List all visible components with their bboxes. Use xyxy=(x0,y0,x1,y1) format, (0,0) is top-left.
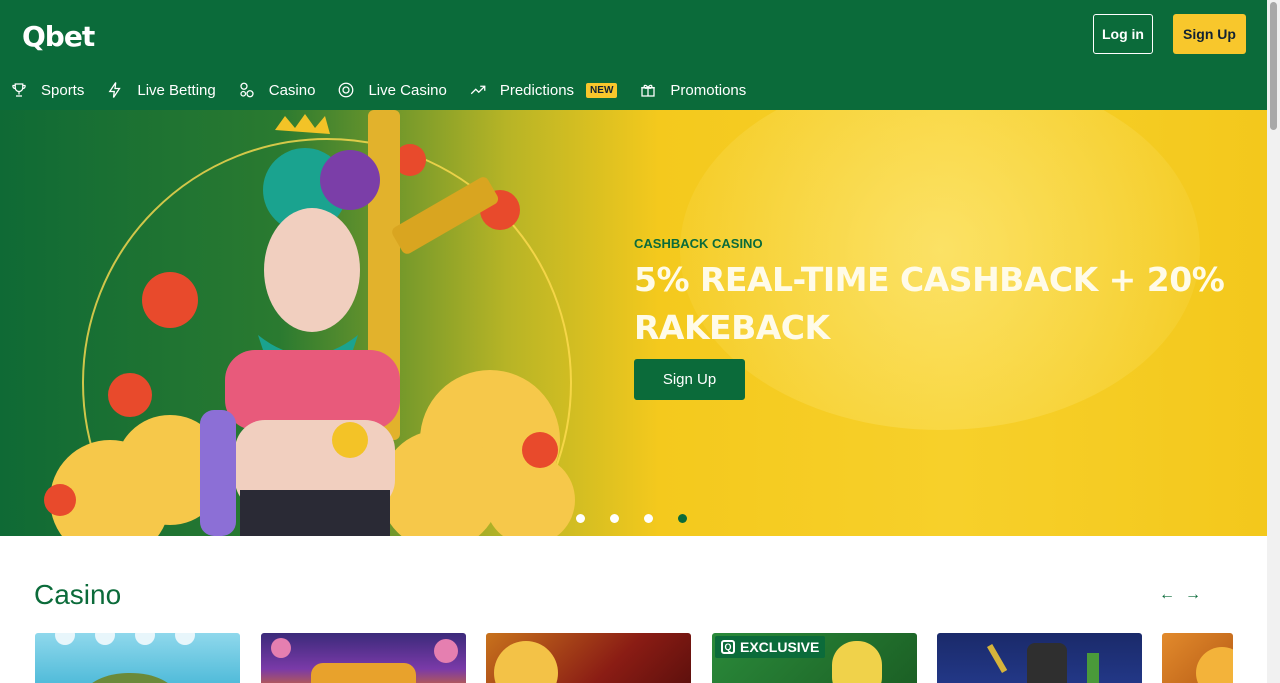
hero-eyebrow: CASHBACK CASINO xyxy=(634,236,763,251)
qbet-logo[interactable]: Qbet xyxy=(22,20,95,53)
main-nav: Sports Live Betting Casino Live Casino P… xyxy=(10,76,768,104)
nav-item-sports[interactable]: Sports xyxy=(10,81,84,99)
casino-section-title: Casino xyxy=(34,579,122,610)
game-art xyxy=(1196,647,1233,683)
q-logo-icon: Q xyxy=(721,640,735,654)
carousel-dot[interactable] xyxy=(576,514,585,523)
trophy-icon xyxy=(10,81,28,99)
nav-item-casino[interactable]: Casino xyxy=(238,81,316,99)
arrow-left-icon[interactable]: ← xyxy=(1158,585,1176,605)
game-tile[interactable] xyxy=(261,633,466,683)
nav-item-predictions[interactable]: Predictions NEW xyxy=(469,81,618,99)
nav-item-label: Live Casino xyxy=(368,81,447,99)
game-tile[interactable]: Q EXCLUSIVE xyxy=(712,633,917,683)
game-tile[interactable] xyxy=(35,633,240,683)
carousel-dot-active[interactable] xyxy=(678,514,687,523)
exclusive-badge: Q EXCLUSIVE xyxy=(715,636,826,658)
nav-item-label: Promotions xyxy=(670,81,747,99)
nav-item-label: Sports xyxy=(41,81,85,99)
gift-icon xyxy=(639,81,657,99)
carousel-dot[interactable] xyxy=(610,514,619,523)
lightning-icon xyxy=(106,81,124,99)
arrow-right-icon[interactable]: → xyxy=(1184,585,1202,605)
game-art xyxy=(271,638,458,683)
signup-button[interactable]: Sign Up xyxy=(1173,14,1246,54)
game-art xyxy=(987,643,1099,683)
new-badge: NEW xyxy=(586,82,618,98)
nav-item-promotions[interactable]: Promotions xyxy=(639,81,746,99)
hero-signup-button[interactable]: Sign Up xyxy=(634,359,745,400)
dice-icon xyxy=(238,81,256,99)
exclusive-label: EXCLUSIVE xyxy=(740,639,820,655)
game-tile[interactable] xyxy=(486,633,691,683)
nav-item-label: Predictions xyxy=(499,81,575,99)
hero-title: 5% REAL-TIME CASHBACK + 20% RAKEBACK xyxy=(634,260,1225,347)
scrollbar-thumb[interactable] xyxy=(1270,2,1277,130)
game-tile[interactable] xyxy=(1162,633,1233,683)
hero-banner[interactable]: CASHBACK CASINO 5% REAL-TIME CASHBACK + … xyxy=(0,110,1267,536)
game-tile[interactable] xyxy=(937,633,1142,683)
game-art xyxy=(55,633,195,683)
game-art xyxy=(494,641,558,683)
chip-icon xyxy=(337,81,355,99)
hero-illustration xyxy=(44,110,575,536)
login-button[interactable]: Log in xyxy=(1093,14,1153,54)
site-header: Qbet Log in Sign Up Sports Live Betting … xyxy=(0,0,1267,110)
nav-item-label: Casino xyxy=(268,81,316,99)
page-scrollbar[interactable] xyxy=(1267,0,1280,683)
trend-up-icon xyxy=(469,81,487,99)
nav-item-live-betting[interactable]: Live Betting xyxy=(106,81,216,99)
carousel-dots xyxy=(576,514,712,523)
nav-item-live-casino[interactable]: Live Casino xyxy=(337,81,447,99)
carousel-dot[interactable] xyxy=(644,514,653,523)
nav-item-label: Live Betting xyxy=(137,81,216,99)
